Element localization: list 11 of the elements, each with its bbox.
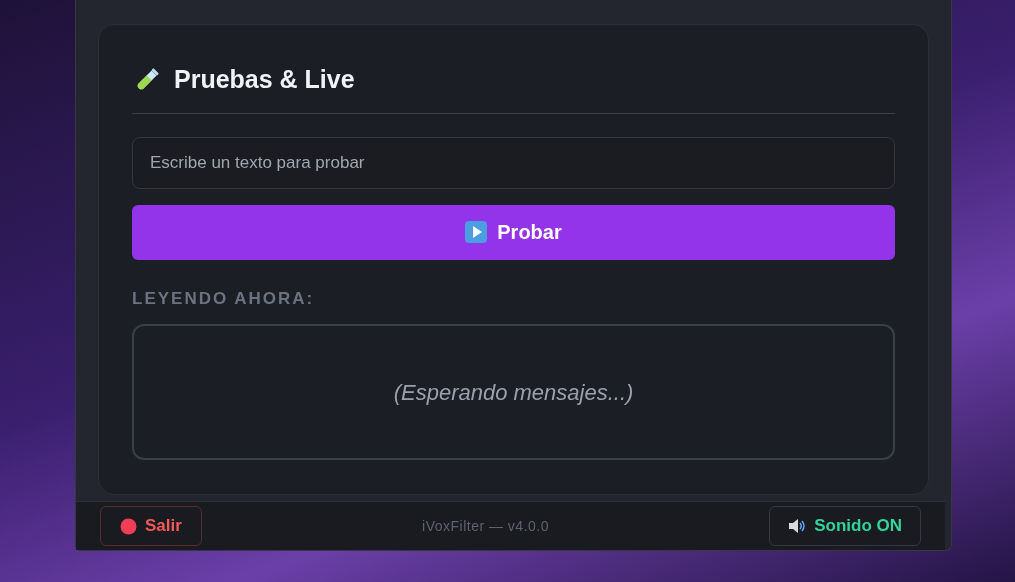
panel-title: Pruebas & Live [174,64,355,95]
reading-label: LEYENDO AHORA: [132,287,316,310]
play-icon [465,221,488,243]
sound-toggle-button[interactable]: Sonido ON [769,506,921,546]
test-button[interactable]: Probar [132,204,895,260]
reading-text: (Esperando mensajes...) [393,378,634,407]
stop-dot-icon [120,517,137,535]
version-text: iVoxFilter — v4.0.0 [422,516,549,536]
speaker-icon [788,518,807,534]
exit-button[interactable]: Salir [100,506,202,546]
text-input-field[interactable]: Escribe un texto para probar [132,136,895,189]
